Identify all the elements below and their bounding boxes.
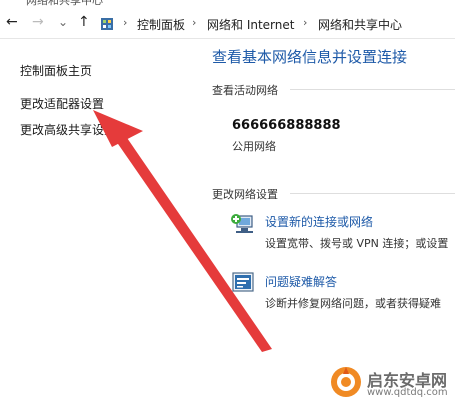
section-divider <box>290 89 455 90</box>
address-bar: ← → ⌄ ↑ › 控制面板 › 网络和 Internet › 网络和共享中心 <box>0 8 455 39</box>
left-nav-pane: 控制面板主页 更改适配器设置 更改高级共享设置 <box>0 39 200 403</box>
sidebar-item-control-panel-home[interactable]: 控制面板主页 <box>20 62 92 79</box>
site-watermark: 启东安卓网 www.qdtdq.com <box>327 362 455 403</box>
troubleshoot-link[interactable]: 问题疑难解答 <box>265 273 337 290</box>
sidebar-item-change-advanced-sharing[interactable]: 更改高级共享设置 <box>20 121 116 138</box>
troubleshoot-icon <box>232 272 254 292</box>
active-networks-label: 查看活动网络 <box>212 84 278 97</box>
watermark-logo-icon <box>331 367 361 397</box>
window-title: 网络和共享中心 <box>26 0 103 7</box>
change-network-settings-label: 更改网络设置 <box>212 188 278 201</box>
watermark-url: www.qdtdq.com <box>367 387 448 398</box>
forward-arrow-icon[interactable]: → <box>32 15 44 29</box>
section-divider <box>290 193 455 194</box>
breadcrumb-control-panel[interactable]: 控制面板 <box>137 16 185 33</box>
breadcrumb-network-sharing-center[interactable]: 网络和共享中心 <box>318 16 402 33</box>
network-setup-icon <box>231 214 253 233</box>
breadcrumb-separator: › <box>303 16 308 29</box>
setup-new-connection-link[interactable]: 设置新的连接或网络 <box>265 213 373 230</box>
breadcrumb-network-internet[interactable]: 网络和 Internet <box>207 16 294 33</box>
back-arrow-icon[interactable]: ← <box>6 15 18 29</box>
network-name: 666666888888 <box>232 118 341 133</box>
recent-locations-icon[interactable]: ⌄ <box>58 15 68 29</box>
page-title: 查看基本网络信息并设置连接 <box>212 48 408 66</box>
network-type[interactable]: 公用网络 <box>232 138 276 154</box>
troubleshoot-desc: 诊断并修复网络问题，或者获得疑难 <box>265 297 441 310</box>
up-arrow-icon[interactable]: ↑ <box>78 15 90 29</box>
setup-new-connection-desc: 设置宽带、拨号或 VPN 连接；或设置 <box>265 237 449 250</box>
breadcrumb-separator: › <box>192 16 197 29</box>
sidebar-item-change-adapter-settings[interactable]: 更改适配器设置 <box>20 95 104 112</box>
control-panel-icon <box>101 18 113 30</box>
breadcrumb-separator: › <box>123 16 128 29</box>
